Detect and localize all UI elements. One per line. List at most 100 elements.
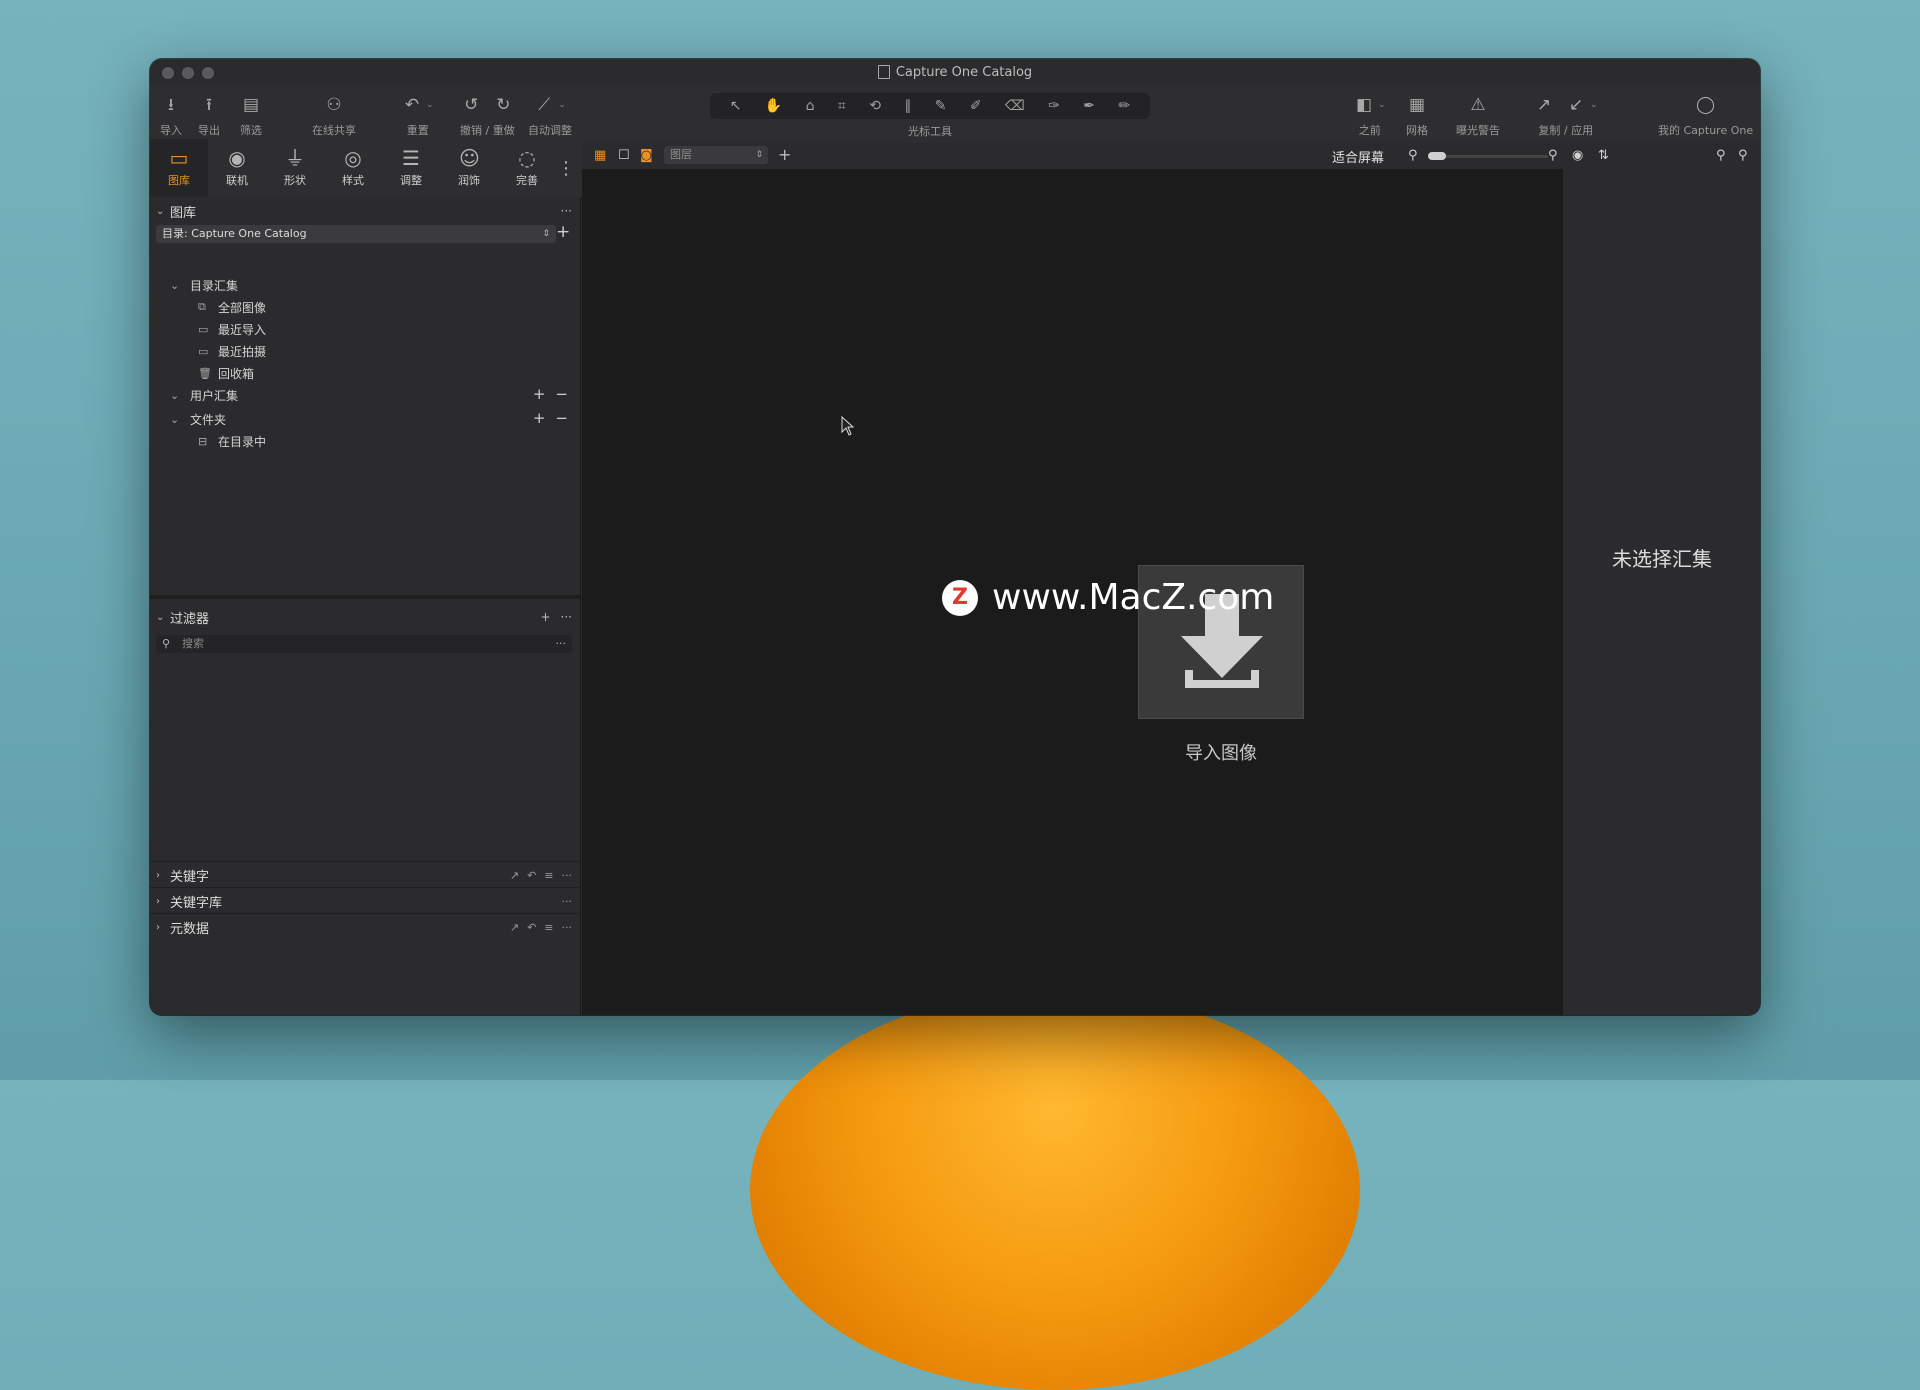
filters-more-button[interactable]: ··· — [561, 610, 572, 624]
vertical-dots-icon: ⋮ — [557, 157, 575, 179]
library-more-button[interactable]: ··· — [561, 204, 572, 218]
remove-folder-button[interactable]: − — [555, 409, 568, 427]
keywords-section-header[interactable]: › 关键字 ↗ ↶ ≡ ··· — [150, 861, 580, 888]
tree-all-images[interactable]: ⧉ 全部图像 — [198, 297, 266, 317]
loupe-icon[interactable]: ⌂ — [806, 98, 815, 114]
filter-search-input[interactable]: ⚲ 搜索 ··· — [156, 635, 572, 653]
annotate-icon[interactable]: ✏ — [1118, 98, 1130, 114]
before-button[interactable]: ◧ ⌄ 之前 — [1354, 91, 1386, 138]
tab-adjustments[interactable]: ☰ 调整 — [382, 139, 440, 197]
chevron-down-icon: ⌄ — [558, 100, 566, 110]
copy-apply-button[interactable]: ↗ ↙ ⌄ 复制 / 应用 — [1534, 91, 1598, 138]
import-button[interactable]: ⭳ 导入 — [160, 91, 182, 138]
chevron-down-icon: ⌄ — [170, 412, 180, 426]
tree-catalog-collections[interactable]: ⌄ 目录汇集 — [170, 275, 238, 295]
grid-view-icon[interactable]: ▦ — [594, 148, 606, 163]
metadata-section-header[interactable]: › 元数据 ↗ ↶ ≡ ··· — [150, 913, 580, 940]
spot-removal-icon[interactable]: ✎ — [935, 98, 947, 114]
updown-icon: ⇕ — [755, 150, 763, 160]
viewer-icon[interactable]: ◙ — [640, 148, 653, 163]
reset-button[interactable]: ↶ ⌄ 重置 — [402, 91, 434, 138]
select-cursor-icon[interactable]: ↖ — [730, 98, 742, 114]
library-section-header[interactable]: ⌄ 图库 ··· — [150, 199, 580, 223]
my-capture-one-button[interactable]: ◯ 我的 Capture One — [1658, 91, 1753, 138]
catalog-select[interactable]: 目录: Capture One Catalog ⇕ — [156, 225, 556, 243]
tree-folders[interactable]: ⌄ 文件夹 — [170, 409, 226, 429]
catalog-collections-label: 目录汇集 — [190, 278, 239, 293]
share-button[interactable]: ⚇ 在线共享 — [312, 91, 356, 138]
tree-recent-captures[interactable]: ▭ 最近拍摄 — [198, 341, 266, 361]
magic-wand-icon: ⟋ — [538, 95, 551, 115]
layer-select[interactable]: 图层 ⇕ — [664, 146, 768, 164]
remove-user-collection-button[interactable]: − — [555, 385, 568, 403]
cursor-tools-label: 光标工具 — [908, 125, 952, 138]
gradient-icon[interactable]: ✑ — [1048, 98, 1060, 114]
tree-user-collections[interactable]: ⌄ 用户汇集 — [170, 385, 570, 405]
close-window-button[interactable] — [162, 67, 174, 79]
tab-library[interactable]: ▭ 图库 — [150, 139, 208, 197]
filter-button[interactable]: ▤ 筛选 — [240, 91, 262, 138]
rotate-icon[interactable]: ⟲ — [869, 98, 881, 114]
tree-recent-imports[interactable]: ▭ 最近导入 — [198, 319, 266, 339]
tab-capture[interactable]: ◉ 联机 — [208, 139, 266, 197]
zoom-slider-handle[interactable] — [1428, 152, 1446, 160]
zoom-out-icon[interactable]: ⚲ — [1408, 148, 1418, 163]
tab-styles[interactable]: ◎ 样式 — [324, 139, 382, 197]
hand-icon[interactable]: ✋ — [765, 98, 782, 114]
keystone-icon[interactable]: ∥ — [904, 98, 911, 114]
eye-icon[interactable]: ◉ — [1572, 148, 1583, 163]
brush-icon[interactable]: ✐ — [970, 98, 982, 114]
eraser-icon[interactable]: ⌫ — [1005, 98, 1025, 114]
user-icon: ◯ — [1696, 95, 1716, 115]
add-folder-button[interactable]: + — [533, 409, 546, 427]
add-catalog-button[interactable]: + — [556, 222, 570, 242]
zoom-slider[interactable] — [1428, 155, 1548, 158]
copy-arrow-icon[interactable]: ↗ — [510, 869, 519, 882]
chevron-down-icon: ⌄ — [1590, 100, 1598, 110]
grid-button[interactable]: ▦ 网格 — [1406, 91, 1428, 138]
zoom-in-icon[interactable]: ⚲ — [1548, 148, 1558, 163]
import-images-label[interactable]: 导入图像 — [1138, 739, 1304, 765]
search-icon[interactable]: ⚲ — [1716, 148, 1726, 163]
tab-lens[interactable]: ⏚ 形状 — [266, 139, 324, 197]
list-icon[interactable]: ≡ — [544, 921, 553, 934]
list-icon[interactable]: ≡ — [544, 869, 553, 882]
window-controls — [162, 67, 214, 79]
tree-trash[interactable]: 🗑 回收箱 — [198, 363, 254, 383]
picker-icon[interactable]: ✒ — [1083, 98, 1095, 114]
minimize-window-button[interactable] — [182, 67, 194, 79]
more-tabs-button[interactable]: ⋮ — [556, 139, 576, 197]
keyword-library-section-header[interactable]: › 关键字库 ··· — [150, 887, 580, 914]
people-icon: ⚇ — [326, 95, 342, 115]
search-options-button[interactable]: ··· — [556, 635, 567, 653]
add-filter-button[interactable]: + — [540, 610, 550, 624]
copy-arrow-icon[interactable]: ↗ — [510, 921, 519, 934]
crop-icon[interactable]: ⌗ — [838, 98, 846, 114]
folders-label: 文件夹 — [190, 412, 227, 427]
upload-icon: ⭱ — [206, 95, 212, 115]
fit-screen-label[interactable]: 适合屏幕 — [1332, 147, 1384, 166]
filters-actions: + ··· — [540, 610, 572, 624]
more-dots-icon[interactable]: ··· — [562, 869, 573, 882]
filters-section-header[interactable]: ⌄ 过滤器 + ··· — [150, 605, 580, 629]
add-user-collection-button[interactable]: + — [533, 385, 546, 403]
tree-in-catalog[interactable]: ⊟ 在目录中 — [198, 431, 266, 451]
more-dots-icon[interactable]: ··· — [562, 895, 573, 908]
exposure-warning-button[interactable]: ⚠ 曝光警告 — [1456, 91, 1500, 138]
more-dots-icon[interactable]: ··· — [562, 921, 573, 934]
reset-icon[interactable]: ↶ — [527, 869, 536, 882]
macz-logo: Z — [942, 579, 978, 616]
undo-redo-button[interactable]: ↺ ↻ 撤销 / 重做 — [460, 91, 515, 138]
auto-adjust-button[interactable]: ⟋ ⌄ 自动调整 — [528, 91, 572, 138]
folders-actions: + − — [533, 409, 568, 427]
single-view-icon[interactable]: ☐ — [618, 148, 630, 163]
tab-retouch[interactable]: ☺ 润饰 — [440, 139, 498, 197]
export-button[interactable]: ⭱ 导出 — [198, 91, 220, 138]
zoom-window-button[interactable] — [202, 67, 214, 79]
reset-icon[interactable]: ↶ — [527, 921, 536, 934]
tray-icon: ▤ — [242, 95, 260, 115]
zoom-icon[interactable]: ⚲ — [1738, 148, 1748, 163]
tab-refine[interactable]: ◌ 完善 — [498, 139, 556, 197]
add-layer-button[interactable]: + — [778, 145, 791, 164]
sort-icon[interactable]: ⇅ — [1598, 148, 1609, 163]
